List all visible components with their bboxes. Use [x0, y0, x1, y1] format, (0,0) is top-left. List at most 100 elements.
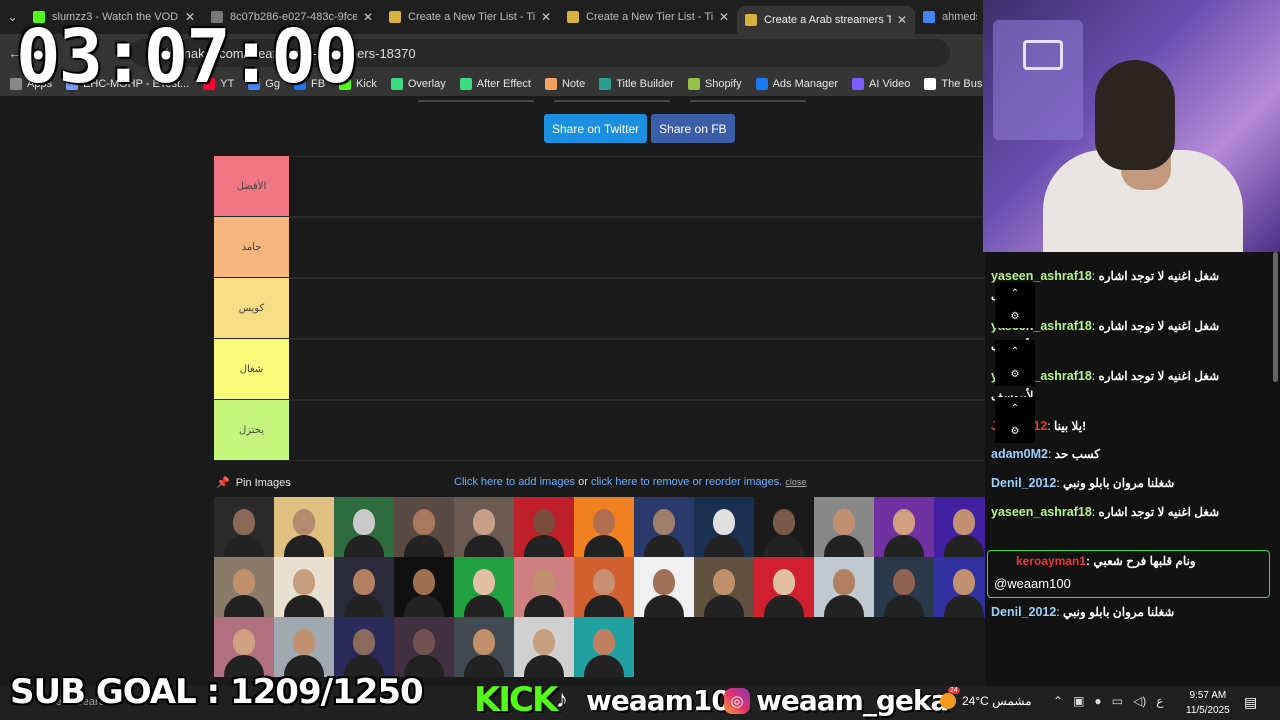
- tier-dropzone[interactable]: [289, 156, 985, 216]
- highlight-username[interactable]: keroayman1: [1016, 554, 1086, 568]
- tier-dropzone[interactable]: [289, 339, 985, 399]
- weather-widget[interactable]: 24°C مشمس: [940, 687, 1032, 709]
- tier-label[interactable]: شغال: [214, 339, 289, 399]
- close-link[interactable]: close: [785, 477, 806, 487]
- image-actions: Click here to add images or click here t…: [454, 476, 806, 488]
- streamer-image[interactable]: [634, 557, 694, 617]
- streamer-image[interactable]: [274, 497, 334, 557]
- streamer-image[interactable]: [454, 617, 514, 677]
- streamer-image[interactable]: [574, 617, 634, 677]
- streamer-image[interactable]: [514, 617, 574, 677]
- bookmark-item[interactable]: Overlay: [390, 78, 446, 90]
- gear-icon[interactable]: ⚙: [1011, 369, 1020, 380]
- chat-username[interactable]: adam0M2: [991, 447, 1048, 461]
- close-tab-icon[interactable]: ✕: [719, 10, 729, 24]
- streamer-image[interactable]: [214, 617, 274, 677]
- notification-icon[interactable]: ▤: [1244, 694, 1257, 711]
- streamer-image[interactable]: [394, 617, 454, 677]
- streamer-image[interactable]: [814, 557, 874, 617]
- language-indicator[interactable]: ع: [1156, 694, 1163, 708]
- tier-dropzone[interactable]: [289, 400, 985, 460]
- streamer-image[interactable]: [574, 557, 634, 617]
- image-face: [413, 509, 435, 535]
- add-images-link[interactable]: Click here to add images: [454, 476, 575, 488]
- streamer-image[interactable]: [394, 497, 454, 557]
- tier-label[interactable]: جامد: [214, 217, 289, 277]
- pin-images-toggle[interactable]: 📌 Pin Images: [216, 476, 291, 490]
- streamer-image[interactable]: [574, 497, 634, 557]
- bookmark-label: Shopify: [704, 78, 742, 90]
- remove-images-link[interactable]: click here to remove or reorder images.: [591, 476, 782, 488]
- chat-username[interactable]: Denil_2012: [991, 476, 1056, 490]
- tier-dropzone[interactable]: [289, 217, 985, 277]
- close-tab-icon[interactable]: ✕: [897, 13, 907, 27]
- image-face: [893, 569, 915, 595]
- streamer-image[interactable]: [814, 497, 874, 557]
- streamer-image[interactable]: [874, 557, 934, 617]
- image-body: [764, 595, 804, 617]
- streamer-image[interactable]: [694, 557, 754, 617]
- tier-dropzone[interactable]: [289, 278, 985, 338]
- mic-icon[interactable]: ●: [1094, 694, 1101, 708]
- chevron-up-icon[interactable]: ⌃: [1053, 694, 1063, 708]
- streamer-image[interactable]: [334, 497, 394, 557]
- chevron-up-icon[interactable]: ⌃: [1011, 288, 1019, 299]
- share-fb-button[interactable]: Share on FB: [651, 114, 735, 143]
- streamer-image[interactable]: [454, 497, 514, 557]
- close-tab-icon[interactable]: ✕: [541, 10, 551, 24]
- bookmark-item[interactable]: Shopify: [687, 78, 742, 90]
- chevron-up-icon[interactable]: ⌃: [1011, 403, 1019, 414]
- streamer-image[interactable]: [274, 557, 334, 617]
- streamer-image[interactable]: [934, 557, 985, 617]
- clock[interactable]: 9:57 AM 11/5/2025: [1186, 688, 1230, 718]
- bookmark-item[interactable]: AI Video: [852, 78, 910, 90]
- speaker-icon[interactable]: ◁): [1133, 694, 1146, 708]
- streamer-image[interactable]: [334, 617, 394, 677]
- close-tab-icon[interactable]: ✕: [363, 10, 373, 24]
- monitor-icon[interactable]: ▣: [1073, 694, 1084, 708]
- overlay-controls[interactable]: ⌃ ⚙: [995, 340, 1035, 386]
- chat-username[interactable]: yaseen_ashraf18: [991, 505, 1092, 519]
- chat-username[interactable]: Denil_2012: [991, 605, 1056, 619]
- chat-username[interactable]: yaseen_ashraf18: [991, 269, 1092, 283]
- bookmark-item[interactable]: The Busin: [924, 78, 985, 90]
- bookmark-item[interactable]: Title Builder: [599, 78, 674, 90]
- streamer-image[interactable]: [454, 557, 514, 617]
- streamer-image[interactable]: [514, 497, 574, 557]
- chevron-up-icon[interactable]: ⌃: [1011, 346, 1019, 357]
- bookmark-item[interactable]: After Effect: [459, 78, 531, 90]
- tier-label[interactable]: الأفضل: [214, 156, 289, 216]
- overlay-controls[interactable]: ⌃ ⚙: [995, 282, 1035, 328]
- browser-tab[interactable]: Create a Arab streamers Ti ✕: [737, 6, 915, 34]
- streamer-image[interactable]: [694, 497, 754, 557]
- bookmark-item[interactable]: Ads Manager: [755, 78, 838, 90]
- bookmark-item[interactable]: Note: [544, 78, 585, 90]
- streamer-image[interactable]: [394, 557, 454, 617]
- streamer-image[interactable]: [274, 617, 334, 677]
- image-face: [893, 509, 915, 535]
- streamer-image[interactable]: [934, 497, 985, 557]
- battery-icon[interactable]: ▭: [1112, 694, 1123, 708]
- streamer-image[interactable]: [634, 497, 694, 557]
- highlighted-message: keroayman1: ونام قلبها فرح شعبي @weaam100: [987, 550, 1270, 598]
- image-body: [764, 535, 804, 557]
- streamer-image[interactable]: [874, 497, 934, 557]
- browser-tab[interactable]: Create a New Tier List - Ti ✕: [559, 3, 737, 31]
- chat-text: شغلنا مروان بابلو ونبي: [1063, 476, 1175, 490]
- chat-text: شغل اغنيه لا توجد اشاره: [1098, 319, 1220, 333]
- gear-icon[interactable]: ⚙: [1011, 311, 1020, 322]
- browser-tab[interactable]: Create a New Tier List - Ti ✕: [381, 3, 559, 31]
- browser-tab[interactable]: ahmeds: [915, 3, 985, 31]
- streamer-image[interactable]: [214, 557, 274, 617]
- streamer-image[interactable]: [514, 557, 574, 617]
- streamer-image[interactable]: [754, 557, 814, 617]
- tier-label[interactable]: يختزل: [214, 400, 289, 460]
- streamer-image[interactable]: [214, 497, 274, 557]
- image-face: [293, 569, 315, 595]
- streamer-image[interactable]: [334, 557, 394, 617]
- overlay-controls[interactable]: ⌃ ⚙: [995, 397, 1035, 443]
- gear-icon[interactable]: ⚙: [1011, 426, 1020, 437]
- share-twitter-button[interactable]: Share on Twitter: [544, 114, 648, 143]
- tier-label[interactable]: كويس: [214, 278, 289, 338]
- streamer-image[interactable]: [754, 497, 814, 557]
